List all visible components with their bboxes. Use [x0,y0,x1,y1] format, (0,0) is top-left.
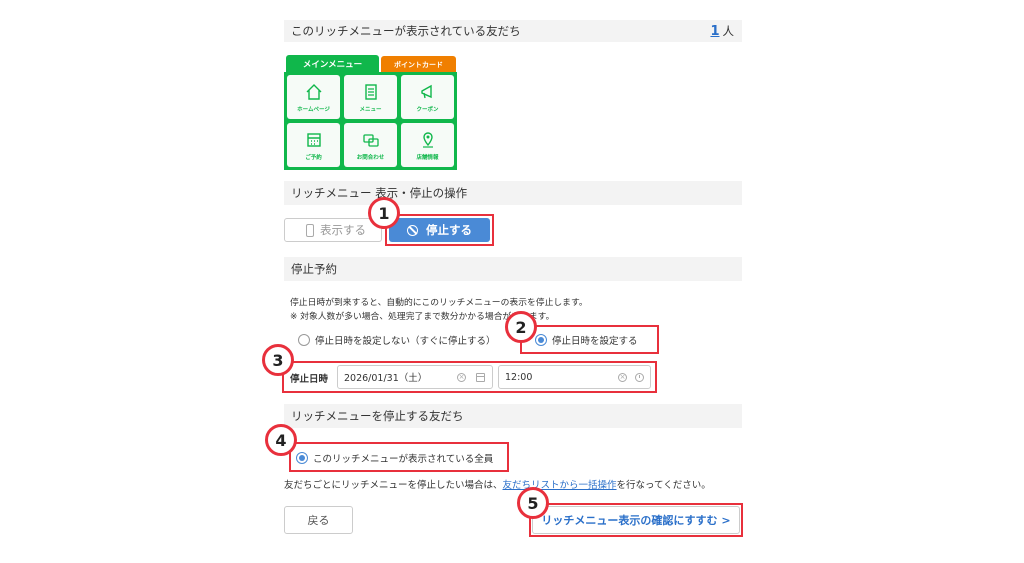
bulk-operation-note: 友だちごとにリッチメニューを停止したい場合は、友だちリストから一括操作を行なって… [284,477,711,491]
rich-menu-grid: ホームページ メニュー クーポン ご予約 お問合わせ 店舗情報 [284,72,457,170]
friends-count-link[interactable]: 1 [710,24,719,39]
rich-menu-cell-coupon: クーポン [401,75,454,119]
radio-all-friends[interactable] [296,452,308,464]
rich-menu-cell-reserve: ご予約 [287,123,340,167]
option-set-date-label: 停止日時を設定する [552,336,638,347]
rich-menu-tab-main: メインメニュー [286,55,379,73]
option-no-date-label: 停止日時を設定しない（すぐに停止する） [315,336,496,347]
rich-menu-cell-home: ホームページ [287,75,340,119]
step-badge-1: 1 [368,197,400,229]
friends-count: 1人 [710,23,734,39]
rich-menu-cell-menu: メニュー [344,75,397,119]
option-all-friends[interactable]: このリッチメニューが表示されている全員 [296,451,493,465]
rich-menu-tab-point: ポイントカード [381,56,456,73]
show-button-label: 表示する [320,223,366,237]
chat-bubbles-icon [362,133,379,147]
note-after: を行なってください。 [616,480,711,491]
radio-no-date[interactable] [298,334,310,346]
rich-menu-cell-label: ご予約 [305,154,322,161]
show-button[interactable]: 表示する [284,218,382,242]
rich-menu-cell-label: 店舗情報 [416,154,439,161]
rich-menu-cell-label: ホームページ [297,106,330,113]
rich-menu-cell-store: 店舗情報 [401,123,454,167]
rich-menu-cell-label: メニュー [359,106,382,113]
ban-icon [407,224,418,236]
note-before: 友だちごとにリッチメニューを停止したい場合は、 [284,480,503,491]
clear-icon[interactable]: × [457,373,466,382]
time-value: 12:00 [505,371,533,383]
date-value: 2026/01/31（土） [344,373,428,384]
step-badge-5: 5 [517,487,549,519]
map-pin-icon [422,131,433,148]
home-icon [306,83,321,100]
option-all-friends-label: このリッチメニューが表示されている全員 [313,454,494,465]
option-set-date[interactable]: 停止日時を設定する [535,333,638,347]
friends-count-unit: 人 [722,24,735,38]
clear-icon[interactable]: × [618,373,627,382]
rich-menu-cell-label: クーポン [416,106,439,113]
schedule-section-header: 停止予約 [284,257,742,281]
friends-shown-label: このリッチメニューが表示されている友だち [291,24,521,38]
datetime-label: 停止日時 [290,374,329,385]
rich-menu-cell-contact: お問合わせ [344,123,397,167]
back-button[interactable]: 戻る [284,506,353,534]
step-badge-2: 2 [505,311,537,343]
stop-button[interactable]: 停止する [389,218,490,242]
option-no-date[interactable]: 停止日時を設定しない（すぐに停止する） [298,333,496,347]
friends-shown-header: このリッチメニューが表示されている友だち 1人 [284,20,742,42]
step-badge-4: 4 [265,424,297,456]
date-input[interactable]: 2026/01/31（土） × [337,365,493,389]
schedule-description: 停止日時が到来すると、自動的にこのリッチメニューの表示を停止します。 [290,298,588,308]
clock-icon[interactable] [635,373,644,382]
radio-set-date[interactable] [535,334,547,346]
friend-list-link[interactable]: 友だちリストから一括操作 [503,480,617,491]
time-input[interactable]: 12:00 × [498,365,651,389]
smartphone-icon [306,224,314,237]
rich-menu-cell-label: お問合わせ [356,154,385,161]
megaphone-icon [420,84,432,98]
target-section-header: リッチメニューを停止する友だち [284,404,742,428]
rich-menu-preview: メインメニュー ポイントカード ホームページ メニュー クーポン ご予約 お問合… [284,55,457,170]
rich-menu-stop-form: このリッチメニューが表示されている友だち 1人 メインメニュー ポイントカード … [282,0,743,563]
step-badge-3: 3 [262,344,294,376]
stop-button-label: 停止する [426,223,472,237]
clipboard-icon [364,83,377,100]
display-section-header: リッチメニュー 表示・停止の操作 [284,181,742,205]
confirm-button[interactable]: リッチメニュー表示の確認にすすむ > [532,506,740,534]
calendar-icon [306,132,321,147]
calendar-icon[interactable] [476,373,485,382]
